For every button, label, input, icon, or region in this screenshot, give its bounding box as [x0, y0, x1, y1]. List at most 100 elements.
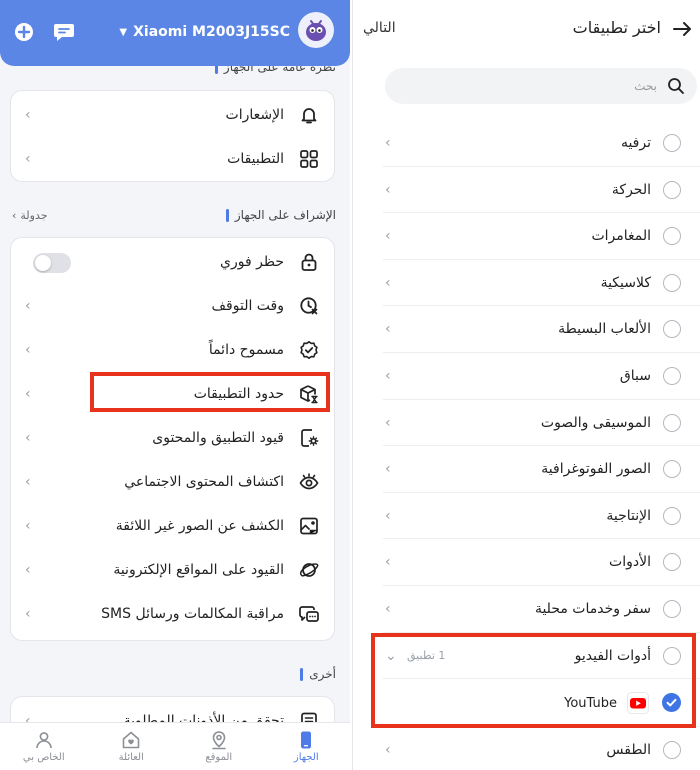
app-row[interactable]: YouTube [383, 679, 700, 728]
back-arrow-icon[interactable] [671, 18, 693, 44]
row-label: وقت التوقف [211, 298, 284, 314]
location-pin-icon [211, 731, 226, 750]
radio-button[interactable] [663, 320, 681, 339]
category-row[interactable]: الألعاب البسيطة ‹ [383, 306, 700, 353]
radio-button[interactable] [663, 599, 681, 618]
category-row[interactable]: المغامرات ‹ [383, 213, 700, 260]
category-row[interactable]: الموسيقى والصوت ‹ [383, 400, 700, 447]
lock-icon [298, 251, 320, 273]
category-row[interactable]: كلاسيكية ‹ [383, 260, 700, 307]
device-panel: ▼ Xiaomi M2003J15SC نظرة عامة على الجهاز… [0, 0, 350, 770]
radio-button[interactable] [663, 646, 681, 665]
category-row[interactable]: سفر وخدمات محلية ‹ [383, 586, 700, 633]
nav-mine[interactable]: الخاص بي [4, 723, 84, 770]
radio-button[interactable] [663, 553, 681, 572]
box-timer-icon [298, 383, 320, 405]
schedule-link[interactable]: ‹ جدولة [12, 209, 48, 222]
row-label: مراقبة المكالمات ورسائل SMS [101, 606, 284, 622]
chevron-left-icon: ‹ [385, 600, 391, 617]
chevron-left-icon: ‹ [12, 209, 17, 222]
youtube-icon [627, 692, 649, 715]
category-row[interactable]: الحركة ‹ [383, 167, 700, 214]
clock-x-icon [298, 295, 320, 317]
avatar[interactable] [298, 12, 334, 48]
category-label: المغامرات [591, 228, 651, 245]
nav-family[interactable]: العائلة [91, 723, 171, 770]
device-selector[interactable]: ▼ Xiaomi M2003J15SC [119, 21, 290, 43]
nav-device[interactable]: الجهاز [266, 723, 346, 770]
app-count: 1 تطبيق [407, 649, 446, 663]
chevron-left-icon: ‹ [25, 151, 31, 167]
chevron-left-icon: ‹ [25, 430, 31, 446]
user-icon [35, 732, 52, 749]
row-instant-block: حظر فوري [11, 240, 334, 284]
checked-checkbox[interactable] [662, 693, 681, 713]
eye-icon [298, 471, 320, 493]
category-label: الألعاب البسيطة [558, 321, 651, 338]
row-social-content[interactable]: اكتشاف المحتوى الاجتماعي ‹ [11, 460, 334, 504]
row-label: حظر فوري [220, 254, 284, 270]
chevron-left-icon: ‹ [385, 181, 391, 198]
radio-button[interactable] [663, 227, 681, 246]
top-bar: ▼ Xiaomi M2003J15SC [0, 0, 350, 66]
category-row[interactable]: ترفيه ‹ [383, 120, 700, 167]
row-app-limits[interactable]: حدود التطبيقات ‹ [11, 372, 334, 416]
chevron-left-icon: ‹ [25, 342, 31, 358]
category-label: سباق [619, 367, 651, 384]
radio-button[interactable] [663, 741, 681, 760]
chevron-left-icon: ‹ [385, 367, 391, 384]
row-label: مسموح دائماً [208, 342, 284, 358]
category-row-expanded[interactable]: أدوات الفيديو 1 تطبيق ⌄ [383, 633, 700, 680]
device-name: Xiaomi M2003J15SC [133, 24, 290, 40]
next-button[interactable]: التالي [363, 20, 396, 36]
page-title: اختر تطبيقات [572, 18, 661, 37]
row-notifications[interactable]: الإشعارات ‹ [11, 93, 334, 137]
category-row[interactable]: الطقس ‹ [383, 727, 700, 770]
add-icon[interactable] [12, 21, 36, 43]
category-label: الحركة [611, 181, 651, 198]
instant-block-toggle[interactable] [33, 253, 71, 273]
radio-button[interactable] [663, 273, 681, 292]
row-website-restrictions[interactable]: القيود على المواقع الإلكترونية ‹ [11, 548, 334, 592]
verified-badge-icon [298, 339, 320, 361]
row-label: الكشف عن الصور غير اللائقة [115, 518, 284, 534]
category-label: أدوات الفيديو [574, 647, 651, 664]
radio-button[interactable] [663, 366, 681, 385]
chevron-left-icon: ‹ [385, 135, 391, 151]
row-label: التطبيقات [227, 151, 284, 167]
category-label: سفر وخدمات محلية [534, 600, 651, 617]
category-row[interactable]: الأدوات ‹ [383, 539, 700, 586]
category-row[interactable]: الإنتاجية ‹ [383, 493, 700, 540]
overview-card: الإشعارات ‹ التطبيقات ‹ [10, 90, 335, 182]
chevron-left-icon: ‹ [25, 107, 31, 123]
nav-location[interactable]: الموقع [179, 723, 259, 770]
chevron-left-icon: ‹ [385, 274, 391, 291]
chevron-left-icon: ‹ [385, 461, 391, 478]
row-inappropriate-images[interactable]: الكشف عن الصور غير اللائقة ‹ [11, 504, 334, 548]
row-app-content-restrictions[interactable]: قيود التطبيق والمحتوى ‹ [11, 416, 334, 460]
category-row[interactable]: سباق ‹ [383, 353, 700, 400]
chevron-down-icon[interactable]: ⌄ [385, 633, 397, 679]
row-calls-sms[interactable]: مراقبة المكالمات ورسائل SMS ‹ [11, 592, 334, 636]
radio-button[interactable] [663, 134, 681, 152]
section-title-other: أخرى [300, 667, 336, 681]
radio-button[interactable] [663, 180, 681, 199]
search-input[interactable] [407, 79, 657, 93]
chevron-left-icon: ‹ [385, 414, 391, 431]
row-label: قيود التطبيق والمحتوى [152, 430, 284, 446]
row-always-allowed[interactable]: مسموح دائماً ‹ [11, 328, 334, 372]
chevron-left-icon: ‹ [385, 321, 391, 338]
message-icon[interactable] [52, 21, 76, 43]
search-icon [667, 77, 685, 95]
radio-button[interactable] [663, 460, 681, 479]
category-list: ترفيه ‹ الحركة ‹ المغامرات ‹ كلاسيكية ‹ الأل… [383, 120, 700, 770]
row-apps[interactable]: التطبيقات ‹ [11, 137, 334, 181]
chevron-left-icon: ‹ [385, 554, 391, 571]
section-bar [225, 208, 229, 222]
radio-button[interactable] [663, 506, 681, 525]
select-apps-panel: اختر تطبيقات التالي ترفيه ‹ الحركة ‹ المغا… [352, 0, 700, 770]
row-downtime[interactable]: وقت التوقف ‹ [11, 284, 334, 328]
category-label: ترفيه [620, 135, 651, 151]
category-row[interactable]: الصور الفوتوغرافية ‹ [383, 446, 700, 493]
radio-button[interactable] [663, 413, 681, 432]
